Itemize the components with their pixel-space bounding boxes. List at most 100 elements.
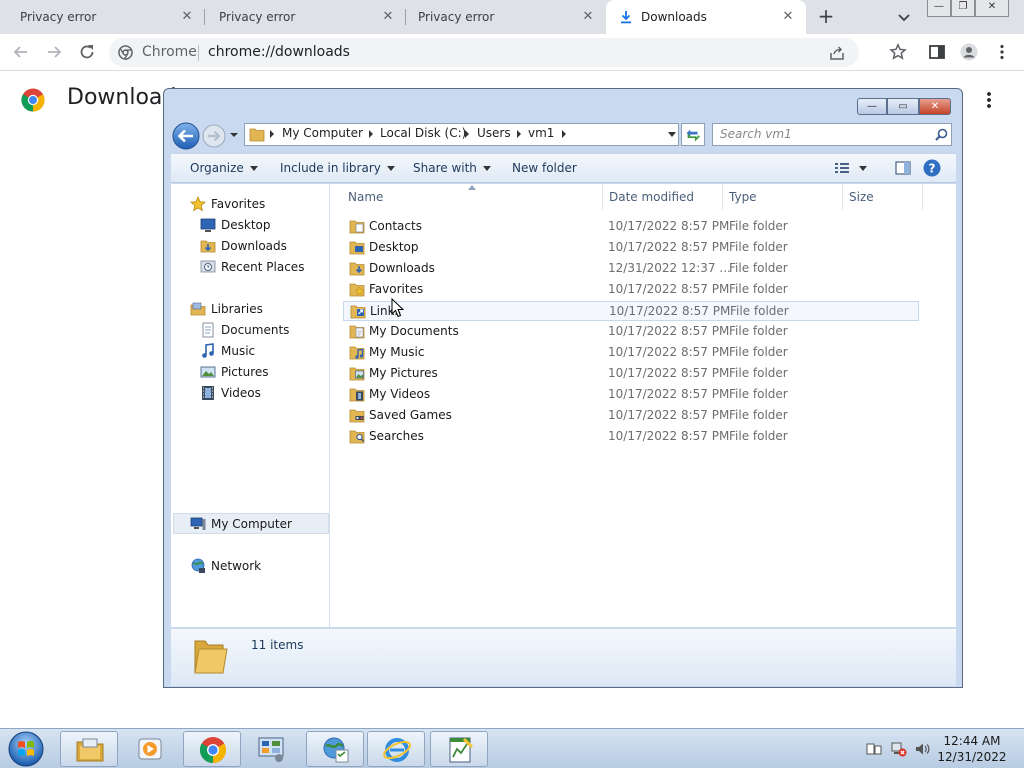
forward-arrow-icon[interactable] xyxy=(44,42,64,62)
explorer-minimize-button[interactable]: — xyxy=(857,98,887,115)
start-button-icon[interactable] xyxy=(6,730,46,768)
explorer-forward-icon[interactable] xyxy=(202,124,226,148)
tab-close-icon[interactable]: ✕ xyxy=(380,9,396,25)
column-header-size[interactable]: Size xyxy=(843,184,923,210)
network-icon xyxy=(191,558,205,573)
breadcrumb-arrow-icon[interactable] xyxy=(464,130,470,138)
file-row-my-videos[interactable]: My Videos 10/17/2022 8:57 PM File folder xyxy=(343,385,919,405)
browser-close-button[interactable]: ✕ xyxy=(975,0,1009,17)
column-header-name[interactable]: Name xyxy=(342,184,603,210)
taskbar-control-panel-button[interactable] xyxy=(242,731,300,767)
nav-downloads[interactable]: Downloads xyxy=(200,236,287,256)
omnibox[interactable]: Chrome chrome://downloads xyxy=(109,38,859,67)
explorer-refresh-button[interactable] xyxy=(681,123,705,146)
taskbar-notepad-button[interactable] xyxy=(430,731,488,767)
tab-privacy-error-2[interactable]: Privacy error ✕ xyxy=(205,0,406,34)
tab-privacy-error-3[interactable]: Privacy error ✕ xyxy=(406,0,606,34)
taskbar-media-player-button[interactable] xyxy=(121,731,179,767)
explorer-search-input[interactable]: Search vm1 xyxy=(712,123,952,146)
taskbar-chrome-button[interactable] xyxy=(183,731,241,767)
organize-label: Organize xyxy=(190,161,244,175)
nav-music-label: Music xyxy=(221,344,256,358)
tab-close-icon[interactable]: ✕ xyxy=(580,9,596,25)
file-row-downloads[interactable]: Downloads 12/31/2022 12:37 ... File fold… xyxy=(343,259,919,279)
search-icon[interactable] xyxy=(935,128,948,141)
system-clock[interactable]: 12:44 AM 12/31/2022 xyxy=(932,733,1012,765)
help-icon[interactable]: ? xyxy=(923,159,941,177)
nav-network[interactable]: Network xyxy=(190,556,261,576)
nav-favorites[interactable]: Favorites xyxy=(190,194,265,214)
search-placeholder: Search vm1 xyxy=(720,127,792,141)
nav-documents[interactable]: Documents xyxy=(200,320,289,340)
page-more-icon[interactable] xyxy=(981,90,997,110)
file-row-saved-games[interactable]: Saved Games 10/17/2022 8:57 PM File fold… xyxy=(343,406,919,426)
nav-recent-places[interactable]: Recent Places xyxy=(200,257,304,277)
file-row-favorites[interactable]: Favorites 10/17/2022 8:57 PM File folder xyxy=(343,280,919,300)
tab-downloads[interactable]: Downloads ✕ xyxy=(606,0,806,34)
file-row-searches[interactable]: Searches 10/17/2022 8:57 PM File folder xyxy=(343,427,919,447)
file-explorer-icon xyxy=(76,738,104,762)
column-header-date[interactable]: Date modified xyxy=(603,184,723,210)
new-tab-button[interactable]: + xyxy=(815,6,837,28)
recent-pages-chevron-icon[interactable] xyxy=(229,131,239,139)
change-view-icon[interactable] xyxy=(834,161,850,175)
tab-privacy-error-1[interactable]: Privacy error ✕ xyxy=(0,0,205,34)
explorer-maximize-button[interactable]: ▭ xyxy=(887,98,919,115)
file-type: File folder xyxy=(729,261,788,275)
new-folder-button[interactable]: New folder xyxy=(512,161,577,175)
tab-search-chevron-icon[interactable] xyxy=(896,9,912,25)
nav-desktop[interactable]: Desktop xyxy=(200,215,271,235)
network-disconnected-icon[interactable] xyxy=(891,741,907,757)
preview-pane-icon[interactable] xyxy=(895,161,911,175)
breadcrumb-arrow-icon[interactable] xyxy=(368,130,374,138)
reload-icon[interactable] xyxy=(77,42,97,62)
nav-libraries[interactable]: Libraries xyxy=(190,299,263,319)
nav-music[interactable]: Music xyxy=(200,341,255,361)
file-row-contacts[interactable]: Contacts 10/17/2022 8:57 PM File folder xyxy=(343,217,919,237)
share-with-button[interactable]: Share with xyxy=(413,161,491,175)
url-text[interactable]: chrome://downloads xyxy=(208,44,350,60)
bookmark-star-icon[interactable] xyxy=(889,43,907,61)
file-type: File folder xyxy=(729,408,788,422)
profile-avatar-icon[interactable] xyxy=(960,43,978,61)
volume-speaker-icon[interactable] xyxy=(914,741,930,757)
breadcrumb-users[interactable]: Users xyxy=(477,126,511,143)
breadcrumb-local-disk[interactable]: Local Disk (C:) xyxy=(380,126,466,143)
kebab-menu-icon[interactable] xyxy=(994,43,1010,61)
browser-minimize-button[interactable]: — xyxy=(927,0,951,17)
file-row-links[interactable]: Links 10/17/2022 8:57 PM File folder xyxy=(343,301,919,321)
searches-folder-icon xyxy=(349,430,365,444)
file-row-desktop[interactable]: Desktop 10/17/2022 8:57 PM File folder xyxy=(343,238,919,258)
address-history-chevron-icon[interactable] xyxy=(668,132,676,138)
explorer-close-button[interactable]: ✕ xyxy=(919,98,951,115)
share-with-label: Share with xyxy=(413,161,477,175)
view-options-chevron-icon[interactable] xyxy=(859,166,867,171)
nav-videos[interactable]: Videos xyxy=(200,383,261,403)
tab-label: Downloads xyxy=(641,10,707,24)
side-panel-icon[interactable] xyxy=(928,43,946,61)
explorer-back-icon[interactable] xyxy=(172,122,200,150)
breadcrumb-my-computer[interactable]: My Computer xyxy=(282,126,363,143)
file-row-my-music[interactable]: My Music 10/17/2022 8:57 PM File folder xyxy=(343,343,919,363)
file-row-my-pictures[interactable]: My Pictures 10/17/2022 8:57 PM File fold… xyxy=(343,364,919,384)
back-arrow-icon[interactable] xyxy=(11,42,31,62)
taskbar-network-tasks-button[interactable] xyxy=(306,731,364,767)
tab-close-icon[interactable]: ✕ xyxy=(179,9,195,25)
taskbar-explorer-button[interactable] xyxy=(60,731,118,767)
breadcrumb-arrow-icon[interactable] xyxy=(561,130,567,138)
explorer-address-bar[interactable]: My Computer Local Disk (C:) Users vm1 xyxy=(244,123,679,146)
browser-restore-button[interactable]: ❐ xyxy=(951,0,975,17)
nav-pictures[interactable]: Pictures xyxy=(200,362,269,382)
share-icon[interactable] xyxy=(829,45,845,61)
tab-close-icon[interactable]: ✕ xyxy=(780,9,796,25)
taskbar-internet-explorer-button[interactable] xyxy=(367,731,425,767)
column-header-type[interactable]: Type xyxy=(723,184,843,210)
breadcrumb-arrow-icon[interactable] xyxy=(516,130,522,138)
organize-button[interactable]: Organize xyxy=(190,161,258,175)
breadcrumb-vm1[interactable]: vm1 xyxy=(528,126,554,143)
breadcrumb-arrow-icon[interactable] xyxy=(269,130,275,138)
nav-my-computer[interactable]: My Computer xyxy=(173,513,329,534)
file-row-my-documents[interactable]: My Documents 10/17/2022 8:57 PM File fol… xyxy=(343,322,919,342)
include-in-library-button[interactable]: Include in library xyxy=(280,161,395,175)
action-center-flag-icon[interactable] xyxy=(866,741,882,757)
